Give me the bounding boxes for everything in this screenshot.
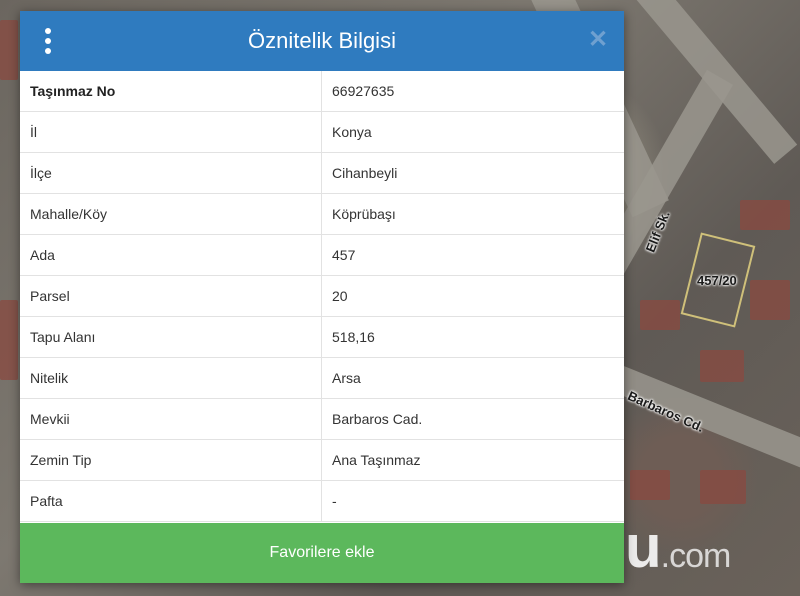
row-value-pafta: -: [321, 480, 624, 522]
table-row: Pafta -: [20, 480, 624, 522]
row-key-ilce: İlçe: [20, 152, 322, 194]
table-row: İl Konya: [20, 111, 624, 153]
table-row: Mevkii Barbaros Cad.: [20, 398, 624, 440]
attribute-table: Taşınmaz No 66927635 İl Konya İlçe Cihan…: [20, 71, 624, 522]
table-row: Zemin Tip Ana Taşınmaz: [20, 439, 624, 481]
row-key-tapu-alani: Tapu Alanı: [20, 316, 322, 358]
parcel-label: 457/20: [697, 273, 737, 288]
row-key-parsel: Parsel: [20, 275, 322, 317]
row-key-mevkii: Mevkii: [20, 398, 322, 440]
table-row: Tapu Alanı 518,16: [20, 316, 624, 358]
row-value-tapu-alani: 518,16: [321, 316, 624, 358]
table-row: Taşınmaz No 66927635: [20, 71, 624, 112]
watermark-domain: .com: [660, 537, 732, 575]
table-row: Parsel 20: [20, 275, 624, 317]
row-key-nitelik: Nitelik: [20, 357, 322, 399]
row-value-tasinmaz-no: 66927635: [321, 71, 624, 112]
row-key-mahalle: Mahalle/Köy: [20, 193, 322, 235]
row-key-il: İl: [20, 111, 322, 153]
dialog-header: Öznitelik Bilgisi ✕: [20, 11, 624, 71]
attribute-info-dialog: Öznitelik Bilgisi ✕ Taşınmaz No 66927635…: [20, 11, 624, 583]
dialog-title: Öznitelik Bilgisi: [248, 28, 396, 53]
close-icon[interactable]: ✕: [586, 27, 610, 53]
table-row: Ada 457: [20, 234, 624, 276]
row-value-il: Konya: [321, 111, 624, 153]
row-key-tasinmaz-no: Taşınmaz No: [20, 71, 322, 112]
row-value-ilce: Cihanbeyli: [321, 152, 624, 194]
table-row: İlçe Cihanbeyli: [20, 152, 624, 194]
add-favorite-button[interactable]: Favorilere ekle: [20, 523, 624, 583]
row-value-mahalle: Köprübaşı: [321, 193, 624, 235]
row-key-pafta: Pafta: [20, 480, 322, 522]
row-value-zemin-tip: Ana Taşınmaz: [321, 439, 624, 481]
table-row: Mahalle/Köy Köprübaşı: [20, 193, 624, 235]
row-key-zemin-tip: Zemin Tip: [20, 439, 322, 481]
row-value-mevkii: Barbaros Cad.: [321, 398, 624, 440]
table-row: Nitelik Arsa: [20, 357, 624, 399]
row-key-ada: Ada: [20, 234, 322, 276]
row-value-ada: 457: [321, 234, 624, 276]
row-value-parsel: 20: [321, 275, 624, 317]
row-value-nitelik: Arsa: [321, 357, 624, 399]
more-vertical-icon[interactable]: [42, 28, 54, 54]
